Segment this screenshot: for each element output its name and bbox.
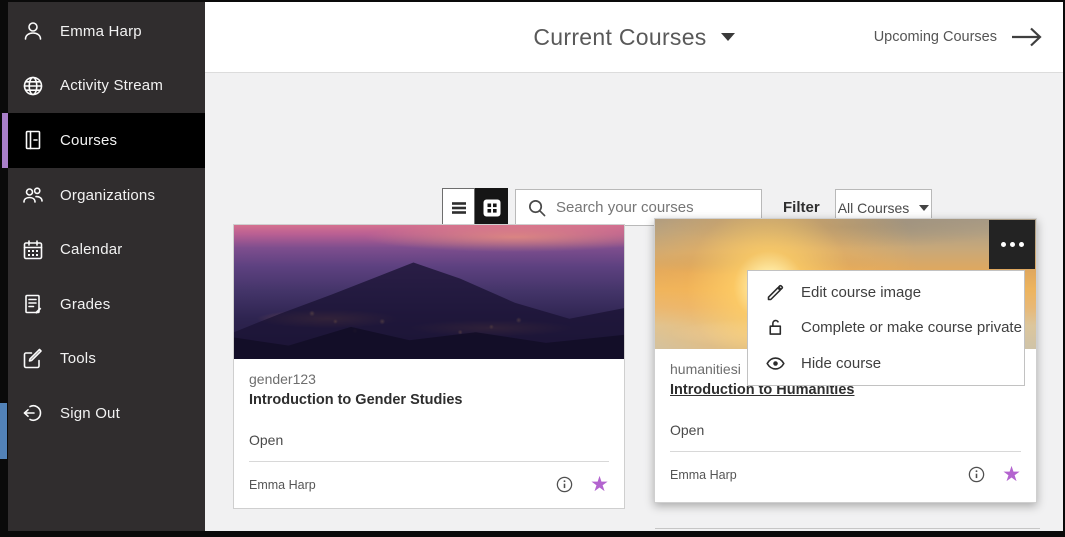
sidebar-item-grades[interactable]: Grades	[8, 277, 205, 332]
search-input[interactable]	[554, 198, 761, 217]
menu-item-label: Hide course	[801, 355, 881, 372]
list-view-icon	[449, 198, 469, 218]
course-card-gender-studies: gender123 Introduction to Gender Studies…	[233, 224, 625, 509]
grid-view-button[interactable]	[475, 188, 508, 227]
grades-icon	[21, 292, 45, 316]
filter-dropdown-value: All Courses	[838, 200, 910, 216]
menu-item-edit-course-image[interactable]: Edit course image	[748, 276, 1024, 310]
instructor-name: Emma Harp	[670, 468, 737, 482]
favorite-star-icon[interactable]: ★	[590, 474, 609, 495]
unlock-icon	[765, 317, 786, 338]
scrollbar-indicator[interactable]	[0, 403, 7, 459]
sidebar-item-sign-out[interactable]: Sign Out	[8, 386, 205, 441]
globe-icon	[21, 74, 45, 98]
sidebar-item-label: Tools	[60, 350, 96, 367]
book-icon	[21, 128, 45, 152]
course-title-link[interactable]: Introduction to Gender Studies	[249, 392, 609, 408]
menu-item-complete-or-private[interactable]: Complete or make course private	[748, 311, 1024, 345]
next-row-edge	[655, 528, 1040, 529]
upcoming-courses-label: Upcoming Courses	[874, 29, 997, 45]
chevron-down-icon	[721, 33, 735, 41]
course-id: gender123	[249, 371, 609, 387]
instructor-name: Emma Harp	[249, 478, 316, 492]
sidebar-item-label: Activity Stream	[60, 77, 163, 94]
chevron-down-icon	[919, 205, 929, 211]
sidebar-item-label: Sign Out	[60, 405, 120, 422]
page-header: Current Courses Upcoming Courses	[205, 2, 1063, 73]
course-card-body: gender123 Introduction to Gender Studies…	[234, 359, 624, 507]
course-context-menu: Edit course image Complete or make cours…	[747, 270, 1025, 386]
menu-item-label: Complete or make course private	[801, 319, 1022, 336]
sidebar-item-organizations[interactable]: Organizations	[8, 168, 205, 223]
person-icon	[21, 19, 45, 43]
pencil-icon	[765, 282, 786, 303]
menu-item-hide-course[interactable]: Hide course	[748, 346, 1024, 380]
sidebar: Emma Harp Activity Stream Courses Organi…	[8, 2, 205, 531]
ellipsis-icon	[1001, 242, 1006, 247]
people-icon	[21, 183, 45, 207]
list-view-button[interactable]	[442, 188, 475, 227]
sidebar-item-activity-stream[interactable]: Activity Stream	[8, 59, 205, 114]
sidebar-item-calendar[interactable]: Calendar	[8, 222, 205, 277]
menu-item-label: Edit course image	[801, 284, 921, 301]
favorite-star-icon[interactable]: ★	[1002, 464, 1021, 485]
view-toggle	[442, 188, 508, 227]
card-more-options-button[interactable]	[989, 220, 1035, 269]
course-status: Open	[670, 422, 1021, 438]
app-window: Emma Harp Activity Stream Courses Organi…	[0, 0, 1065, 537]
course-image[interactable]	[234, 225, 624, 359]
course-status: Open	[249, 432, 609, 448]
sidebar-item-profile[interactable]: Emma Harp	[8, 4, 205, 59]
arrow-right-icon	[1009, 25, 1045, 49]
calendar-icon	[21, 238, 45, 262]
info-icon[interactable]	[967, 465, 986, 484]
course-card-footer: Emma Harp ★	[249, 462, 609, 507]
sidebar-item-label: Emma Harp	[60, 23, 142, 40]
sign-out-icon	[21, 401, 45, 425]
filter-label: Filter	[783, 199, 820, 216]
upcoming-courses-link[interactable]: Upcoming Courses	[874, 2, 1045, 72]
sidebar-item-tools[interactable]: Tools	[8, 332, 205, 387]
sidebar-item-courses[interactable]: Courses	[8, 113, 205, 168]
sidebar-item-label: Grades	[60, 296, 110, 313]
eye-icon	[765, 353, 786, 374]
info-icon[interactable]	[555, 475, 574, 494]
grid-view-icon	[481, 197, 503, 219]
sidebar-item-label: Calendar	[60, 241, 122, 258]
tools-icon	[21, 347, 45, 371]
page-title: Current Courses	[533, 24, 706, 51]
sidebar-item-label: Courses	[60, 132, 117, 149]
search-icon	[527, 198, 546, 217]
sidebar-item-label: Organizations	[60, 187, 155, 204]
course-card-footer: Emma Harp ★	[670, 452, 1021, 497]
